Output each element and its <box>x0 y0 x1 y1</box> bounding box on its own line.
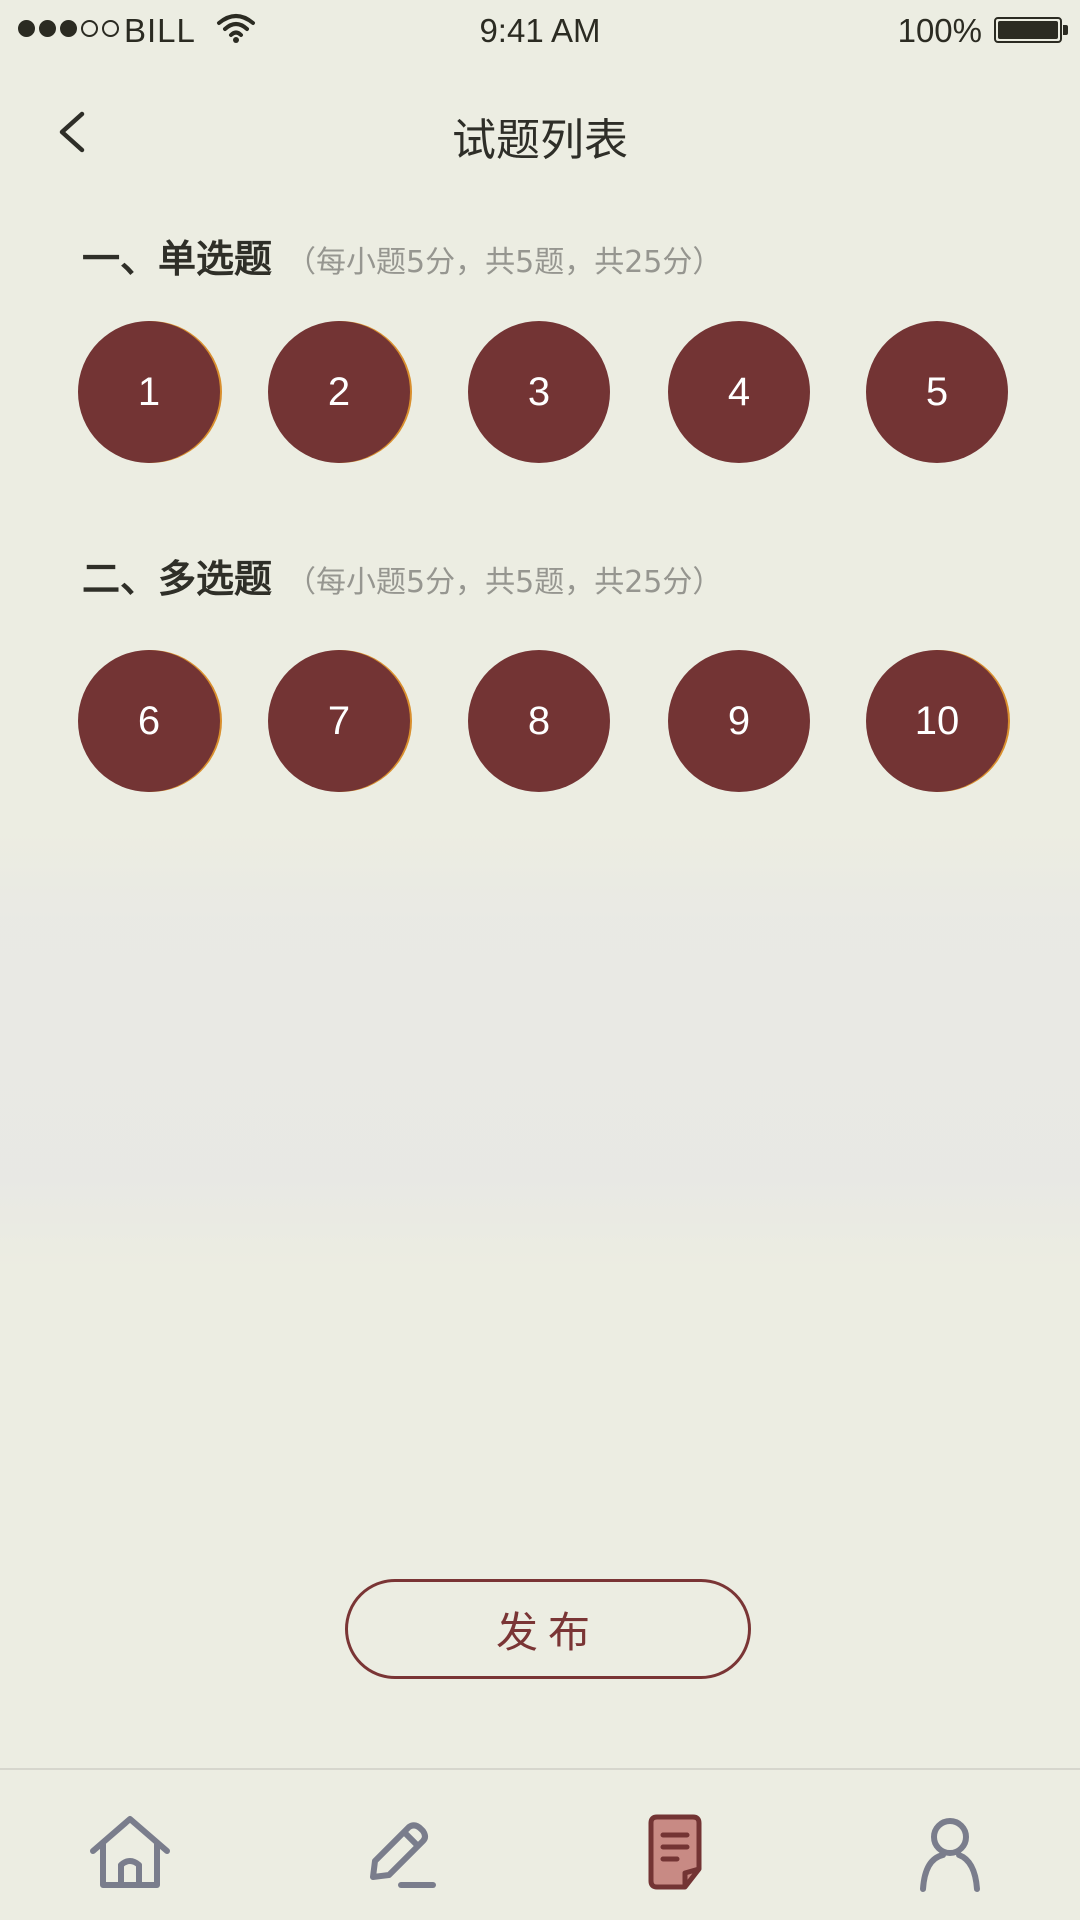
question-button-2[interactable]: 2 <box>268 321 410 463</box>
tab-profile[interactable] <box>900 1810 996 1896</box>
question-button-4[interactable]: 4 <box>668 321 810 463</box>
edit-icon <box>370 1822 436 1888</box>
section-note: （每小题5分，共5题，共25分） <box>286 565 723 600</box>
section-note: （每小题5分，共5题，共25分） <box>286 245 723 280</box>
section-title-single-choice: 一、单选题 （每小题5分，共5题，共25分） <box>82 228 722 283</box>
battery-icon <box>994 17 1062 43</box>
section-name: 一、单选题 <box>82 237 273 281</box>
question-button-6[interactable]: 6 <box>78 650 220 792</box>
document-icon <box>648 1814 702 1890</box>
battery-percentage: 100% <box>897 12 982 49</box>
page-title: 试题列表 <box>452 115 628 166</box>
question-button-8[interactable]: 8 <box>468 650 610 792</box>
question-row-multiple-choice: 6 7 8 9 10 <box>0 650 1080 794</box>
question-button-9[interactable]: 9 <box>668 650 810 792</box>
home-icon <box>90 1816 170 1888</box>
user-icon <box>920 1818 980 1892</box>
question-button-5[interactable]: 5 <box>866 321 1008 463</box>
tab-bar <box>0 1768 1080 1920</box>
tab-edit[interactable] <box>352 1810 448 1896</box>
question-row-single-choice: 1 2 3 4 5 <box>0 321 1080 465</box>
status-bar: BILL 9:41 AM 100% <box>0 0 1080 64</box>
question-button-10[interactable]: 10 <box>866 650 1008 792</box>
question-button-7[interactable]: 7 <box>268 650 410 792</box>
tab-home[interactable] <box>82 1810 178 1896</box>
publish-button[interactable]: 发布 <box>345 1579 751 1679</box>
section-name: 二、多选题 <box>82 557 273 601</box>
battery-tip <box>1063 25 1068 35</box>
question-button-3[interactable]: 3 <box>468 321 610 463</box>
background-mist <box>0 830 1080 1270</box>
section-title-multiple-choice: 二、多选题 （每小题5分，共5题，共25分） <box>82 548 722 603</box>
tab-documents[interactable] <box>628 1810 724 1896</box>
question-button-1[interactable]: 1 <box>78 321 220 463</box>
